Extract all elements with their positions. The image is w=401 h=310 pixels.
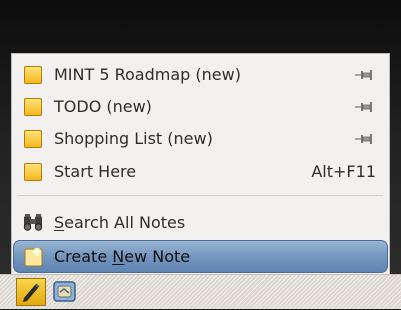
tomboy-applet-button[interactable] (16, 278, 46, 306)
search-all-notes-item[interactable]: Search All Notes (13, 207, 388, 239)
menu-item-shopping-list[interactable]: Shopping List (new) (13, 123, 388, 155)
create-new-note-label: Create New Note (54, 241, 190, 272)
pin-icon[interactable] (354, 132, 374, 146)
sticky-note-icon (24, 98, 42, 116)
note-title: Shopping List (new) (54, 129, 213, 148)
mnemonic-letter: N (112, 247, 125, 266)
menu-item-todo[interactable]: TODO (new) (13, 91, 388, 123)
bottom-panel (0, 274, 401, 309)
sticky-note-icon (24, 163, 42, 181)
sticky-note-icon (24, 66, 42, 84)
label-text: Create (54, 247, 113, 266)
tomboy-notes-menu: MINT 5 Roadmap (new) TODO (new) Shopping… (11, 53, 390, 279)
applet-icon (53, 281, 76, 302)
sticky-note-icon (24, 130, 42, 148)
create-new-note-item[interactable]: Create New Note (13, 240, 388, 273)
label-text: ew Note (124, 247, 191, 266)
menu-item-mint-roadmap[interactable]: MINT 5 Roadmap (new) (13, 59, 388, 91)
new-note-icon (24, 247, 43, 267)
note-title: MINT 5 Roadmap (new) (54, 65, 241, 84)
keyboard-shortcut: Alt+F11 (311, 162, 376, 181)
tomboy-note-pencil-icon (23, 283, 40, 302)
note-title: Start Here (54, 162, 137, 181)
menu-item-start-here[interactable]: Start Here Alt+F11 (13, 156, 388, 188)
panel-applet-button[interactable] (51, 278, 78, 306)
search-all-notes-label: Search All Notes (54, 207, 185, 239)
mnemonic-letter: S (54, 213, 65, 232)
pin-icon[interactable] (354, 68, 374, 82)
pin-icon[interactable] (354, 100, 374, 114)
binoculars-icon (23, 214, 43, 231)
label-text: earch All Notes (64, 213, 186, 232)
note-title: TODO (new) (54, 97, 152, 116)
menu-separator (18, 195, 383, 196)
